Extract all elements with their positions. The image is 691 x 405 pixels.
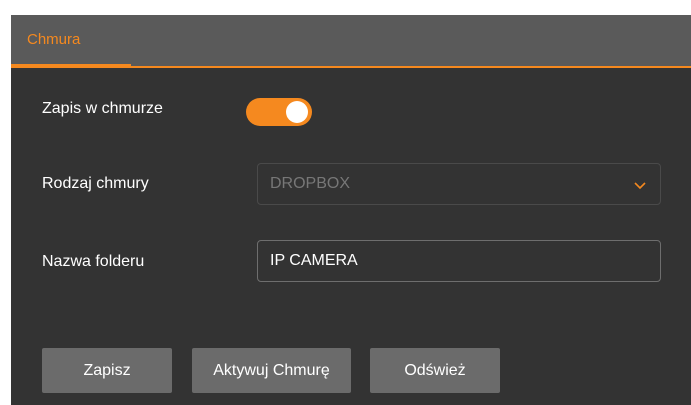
activate-cloud-button[interactable]: Aktywuj Chmurę — [192, 348, 351, 393]
cloud-recording-toggle[interactable] — [246, 98, 312, 126]
cloud-type-value: DROPBOX — [270, 175, 351, 192]
refresh-button[interactable]: Odśwież — [370, 348, 500, 393]
folder-name-input[interactable] — [257, 240, 661, 282]
cloud-type-select[interactable]: DROPBOX — [257, 163, 661, 205]
save-button[interactable]: Zapisz — [42, 348, 172, 393]
toggle-knob — [286, 101, 308, 123]
cloud-type-label: Rodzaj chmury — [42, 175, 149, 192]
tab-bar: Chmura — [11, 15, 691, 68]
tab-cloud[interactable]: Chmura — [11, 15, 131, 68]
chevron-down-icon — [634, 178, 646, 196]
cloud-settings-panel: Chmura Zapis w chmurze Rodzaj chmury DRO… — [11, 15, 691, 405]
cloud-recording-label: Zapis w chmurze — [42, 100, 163, 117]
folder-name-label: Nazwa folderu — [42, 253, 145, 270]
